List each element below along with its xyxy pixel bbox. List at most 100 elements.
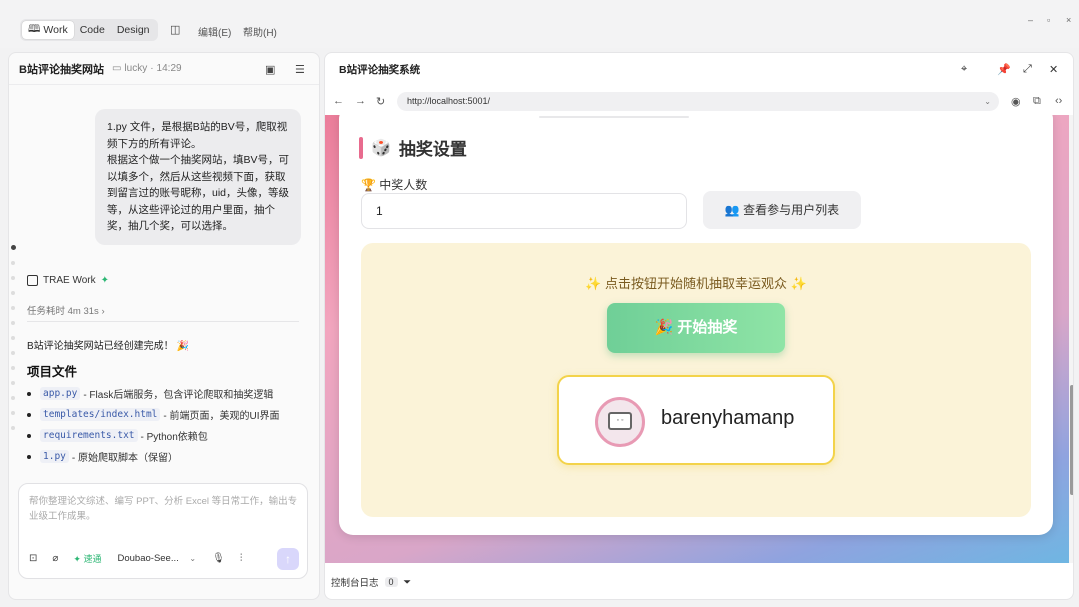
chat-title: B站评论抽奖网站 (19, 63, 104, 76)
paperclip-icon[interactable]: ⌀ (52, 553, 58, 564)
project-files-heading: 项目文件 (27, 365, 78, 379)
done-message-text: B站评论抽奖网站已经创建完成！ (27, 341, 174, 352)
chevron-right-icon: › (101, 306, 105, 317)
pin-icon[interactable]: 📌 (997, 63, 1011, 76)
file-desc: - 前端页面，美观的UI界面 (163, 411, 280, 422)
inspect-icon[interactable]: ⌖ (961, 63, 967, 76)
meta-separator: · (150, 63, 154, 74)
arrow-up-icon: ↑ (285, 552, 291, 566)
draw-area: ✨ 点击按钮开始随机抽取幸运观众 ✨ 🎉 开始抽奖 ◦ ◦ barenyhama… (361, 243, 1031, 517)
preview-icon[interactable]: ▣ (265, 63, 275, 76)
view-users-button[interactable]: 👥 查看参与用户列表 (703, 191, 861, 229)
scrollbar[interactable] (1069, 115, 1073, 563)
view-users-label: 查看参与用户列表 (743, 203, 840, 217)
list-item: 1.py - 原始爬取脚本（保留） (27, 446, 317, 467)
file-list: app.py - Flask后端服务，包含评论爬取和抽奖逻辑 templates/… (27, 383, 317, 467)
file-name[interactable]: templates/index.html (40, 408, 161, 421)
back-icon[interactable]: ← (333, 95, 344, 107)
users-icon: 👥 (724, 203, 740, 217)
forward-icon[interactable]: → (355, 95, 366, 107)
file-desc: - Python依赖包 (140, 432, 208, 443)
lottery-card: 🎲 抽奖设置 🏆 中奖人数 1 👥 查看参与用户列表 ✨ 点击按钮开始随机抽取幸… (339, 115, 1053, 535)
timeline-dot (11, 336, 15, 340)
task-time-label: 任务耗时 4m 31s (27, 306, 99, 317)
section-title: 抽奖设置 (398, 140, 467, 159)
scrollbar-thumb[interactable] (1070, 385, 1073, 495)
chat-input-box[interactable]: 帮你整理论文综述、编写 PPT、分析 Excel 等日常工作，输出专业级工作成果… (18, 483, 308, 579)
filter-icon[interactable]: ⏷ (404, 577, 412, 588)
bullet (27, 412, 31, 417)
send-button[interactable]: ↑ (277, 548, 299, 570)
screenshot-icon[interactable]: ⧉ (1033, 95, 1041, 108)
sidebar-toggle-icon[interactable]: ◫ (170, 23, 180, 36)
file-name[interactable]: requirements.txt (40, 429, 138, 442)
timeline-dot (11, 366, 15, 370)
section-header: 🎲 抽奖设置 (359, 135, 467, 160)
timeline-dot (11, 321, 15, 325)
agent-name: TRAE Work (43, 275, 96, 286)
chat-input-placeholder[interactable]: 帮你整理论文综述、编写 PPT、分析 Excel 等日常工作，输出专业级工作成果… (29, 494, 301, 524)
url-text: http://localhost:5001/ (407, 96, 491, 106)
expand-icon[interactable]: ⤢ (1023, 63, 1032, 76)
target-icon[interactable]: ◉ (1011, 95, 1021, 108)
party-popper-icon: 🎉 (176, 341, 189, 352)
chat-user: lucky (124, 63, 148, 74)
list-item: templates/index.html - 前端页面，美观的UI界面 (27, 404, 317, 425)
bullet (27, 433, 31, 438)
winner-card: ◦ ◦ barenyhamanp (557, 375, 835, 465)
microphone-icon[interactable]: 🎙 (212, 553, 225, 564)
trae-logo-icon (27, 275, 38, 286)
waveform-icon[interactable]: ⫶ (240, 553, 243, 564)
list-item: app.py - Flask后端服务，包含评论爬取和抽奖逻辑 (27, 383, 317, 404)
collapse-icon[interactable]: ☰ (295, 63, 305, 76)
reload-icon[interactable]: ↻ (376, 95, 385, 108)
party-popper-icon: 🎉 (654, 319, 674, 336)
model-selector[interactable]: Doubao-See... ⌄ (118, 553, 197, 564)
winner-count-label-text: 中奖人数 (379, 178, 428, 192)
divider (27, 321, 299, 322)
menu-edit[interactable]: 编辑(E) (198, 24, 231, 39)
draw-hint: ✨ 点击按钮开始随机抽取幸运观众 ✨ (361, 273, 1031, 292)
speed-mode-button[interactable]: ✦ 速通 (73, 552, 101, 565)
minimize-button[interactable]: – (1028, 15, 1033, 25)
winner-name: barenyhamanp (661, 407, 795, 429)
console-bar[interactable]: 控制台日志 0 ⏷ (325, 571, 1073, 593)
user-message: 1.py 文件，是根据B站的BV号，爬取视频下方的所有评论。 根据这个做一个抽奖… (95, 109, 301, 245)
preview-panel: B站评论抽奖系统 ⌖ 📌 ⤢ ✕ ← → ↻ http://localhost:… (324, 52, 1074, 600)
mode-code-label: Code (79, 24, 105, 36)
chat-panel: B站评论抽奖网站 ▭ lucky · 14:29 ▣ ☰ 1.py 文件，是根据… (8, 52, 320, 600)
file-name[interactable]: app.py (40, 387, 81, 400)
chat-toolbar: ⊡ ⌀ ✦ 速通 Doubao-See... ⌄ 🎙 ⫶ ↑ (29, 548, 299, 570)
chevron-down-icon: ⌄ (189, 553, 197, 563)
top-bar: 🕮 Work Code Design ◫ 编辑(E) 帮助(H) – ▫ × (0, 0, 1079, 48)
timeline-dot (11, 351, 15, 355)
task-time[interactable]: 任务耗时 4m 31s › (27, 303, 105, 317)
mode-code-button[interactable]: Code (74, 21, 111, 39)
file-name[interactable]: 1.py (40, 450, 69, 463)
timeline-dot (11, 411, 15, 415)
bullet (27, 391, 31, 396)
list-item: requirements.txt - Python依赖包 (27, 425, 317, 446)
browser-bar: ← → ↻ http://localhost:5001/ ⌄ ◉ ⧉ ‹› (325, 91, 1073, 113)
preview-title: B站评论抽奖系统 (339, 63, 421, 76)
mode-design-button[interactable]: Design (111, 21, 156, 39)
book-icon: 🕮 (28, 23, 41, 35)
mode-work-button[interactable]: 🕮 Work (22, 21, 74, 39)
close-icon[interactable]: ✕ (1049, 63, 1058, 76)
url-bar[interactable]: http://localhost:5001/ ⌄ (397, 92, 999, 111)
start-draw-button[interactable]: 🎉 开始抽奖 (607, 303, 785, 353)
done-message: B站评论抽奖网站已经创建完成！ 🎉 (27, 337, 189, 352)
close-window-button[interactable]: × (1066, 15, 1071, 25)
winner-count-input[interactable]: 1 (361, 193, 687, 229)
code-icon[interactable]: ‹› (1055, 95, 1062, 107)
timeline-dot (11, 306, 15, 310)
chevron-down-icon[interactable]: ⌄ (984, 92, 991, 111)
menu-help[interactable]: 帮助(H) (243, 24, 277, 39)
file-desc: - Flask后端服务，包含评论爬取和抽奖逻辑 (83, 390, 274, 401)
winner-count-label: 🏆 中奖人数 (361, 176, 427, 193)
draw-hint-text: 点击按钮开始随机抽取幸运观众 (604, 276, 787, 291)
timeline-dot (11, 276, 15, 280)
maximize-button[interactable]: ▫ (1047, 15, 1050, 25)
attachment-box-icon[interactable]: ⊡ (29, 553, 37, 564)
start-draw-label: 开始抽奖 (677, 319, 738, 336)
